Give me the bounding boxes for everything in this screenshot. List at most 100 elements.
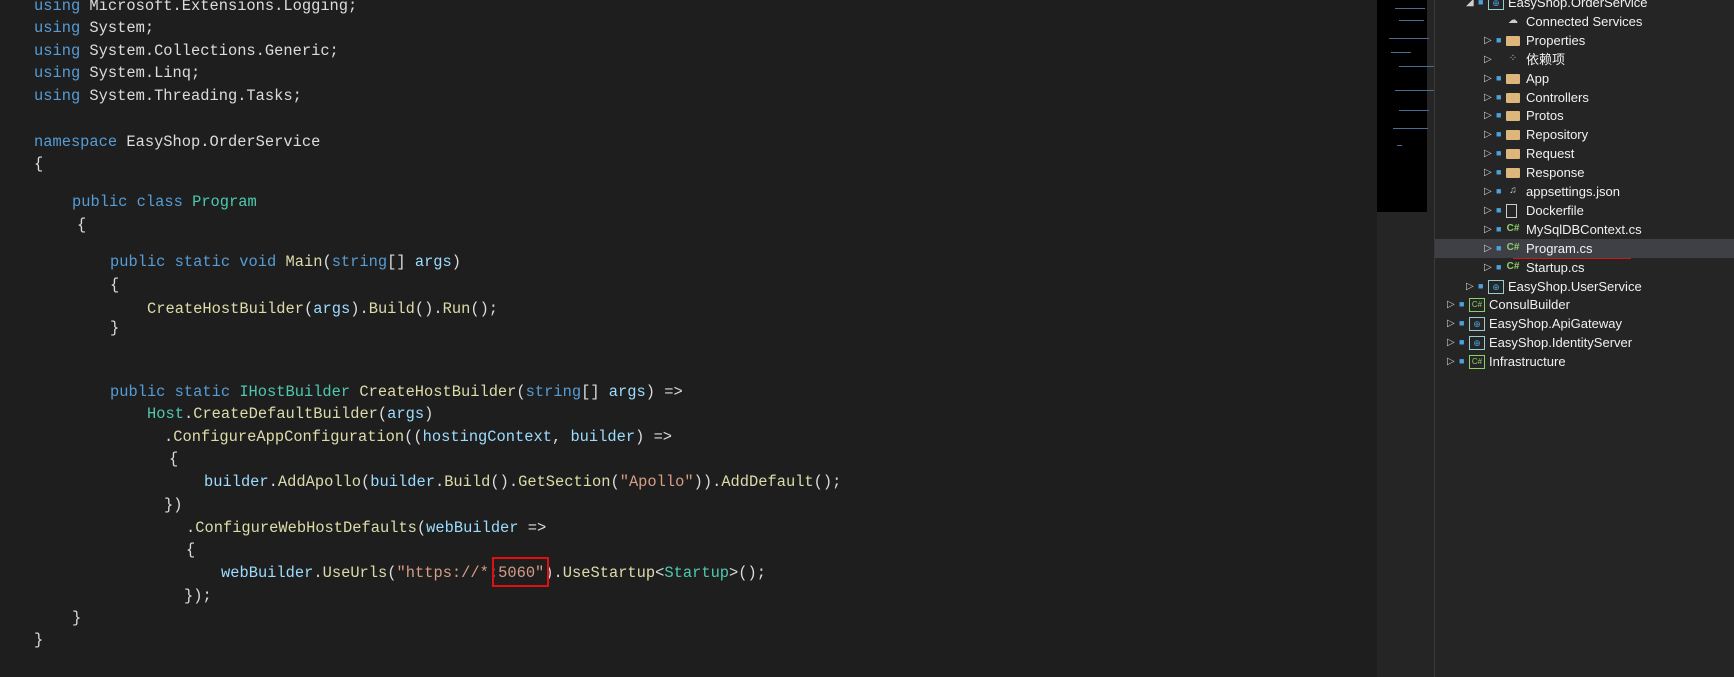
code-token: } — [110, 319, 120, 337]
expand-arrow-icon[interactable]: ▷ — [1484, 50, 1492, 69]
code-token: (). — [490, 473, 519, 491]
code-line: }) — [164, 495, 182, 515]
code-token: Build — [368, 300, 415, 318]
collapse-arrow-icon[interactable]: ◢ — [1466, 0, 1474, 12]
minimap-scrollbar[interactable] — [1377, 0, 1435, 677]
code-token: . — [186, 519, 196, 537]
tree-item[interactable]: ▷ ■ Dockerfile — [1435, 201, 1734, 220]
code-token: using — [34, 0, 90, 15]
code-token: hostingContext — [422, 428, 552, 446]
tree-item-label: Program.cs — [1526, 240, 1593, 256]
code-token: public static void — [110, 253, 286, 271]
expand-arrow-icon[interactable]: ▷ — [1447, 314, 1455, 333]
code-token: builder — [570, 428, 636, 446]
expand-arrow-icon[interactable]: ▷ — [1484, 31, 1492, 50]
tree-item[interactable]: ▷ ■ Controllers — [1435, 88, 1734, 107]
tree-item-label: Connected Services — [1526, 13, 1643, 29]
tree-item-label: MySqlDBContext.cs — [1526, 221, 1642, 237]
expand-arrow-icon[interactable]: ▷ — [1447, 295, 1455, 314]
code-token: } — [34, 631, 44, 649]
code-token: builder — [204, 473, 269, 491]
code-token: ConfigureAppConfiguration — [173, 428, 405, 446]
tree-item[interactable]: ▷ ■ C# Infrastructure — [1435, 352, 1734, 371]
tree-item-label: 依赖项 — [1526, 51, 1566, 67]
tree-item-label: Protos — [1526, 108, 1564, 124]
tree-item[interactable]: ▷ ■ Response — [1435, 163, 1734, 182]
tree-item[interactable]: ▷ ■ Repository — [1435, 125, 1734, 144]
tree-item[interactable]: ▷ ■ App — [1435, 69, 1734, 88]
tree-item[interactable]: ▷ ■ ♫ appsettings.json — [1435, 182, 1734, 201]
code-token: (( — [404, 428, 423, 446]
code-line: CreateHostBuilder(args).Build().Run(); — [147, 299, 498, 319]
tree-item[interactable]: ▷ ■ C# Program.cs — [1435, 238, 1734, 258]
tree-item[interactable]: ◢ ■ ⊕ EasyShop.OrderService — [1435, 0, 1734, 12]
source-control-lock-icon: ■ — [1496, 242, 1502, 253]
expand-arrow-icon[interactable]: ▷ — [1447, 352, 1455, 371]
tree-item[interactable]: ▷ ■ Protos — [1435, 106, 1734, 125]
tree-item[interactable]: ▷ ■ ⊕ EasyShop.IdentityServer — [1435, 333, 1734, 352]
code-token: CreateHostBuilder — [359, 383, 517, 401]
code-line: using System.Threading.Tasks; — [34, 86, 302, 106]
code-token: CreateDefaultBuilder — [193, 405, 378, 423]
code-line: { — [169, 449, 178, 469]
tree-item[interactable]: ▷ ■ Request — [1435, 144, 1734, 163]
minimap-line — [1393, 128, 1428, 129]
tree-item[interactable]: ▷ ■ Properties — [1435, 31, 1734, 50]
expand-arrow-icon[interactable]: ▷ — [1484, 125, 1492, 144]
code-token: using — [34, 64, 90, 82]
code-line: using System; — [34, 18, 154, 38]
expand-arrow-icon[interactable]: ▷ — [1484, 182, 1492, 201]
code-token: ( — [516, 383, 526, 401]
expand-arrow-icon[interactable]: ▷ — [1484, 144, 1492, 163]
code-token: { — [169, 450, 179, 468]
expand-arrow-icon[interactable]: ▷ — [1484, 258, 1492, 277]
source-control-lock-icon: ■ — [1496, 129, 1502, 140]
source-control-lock-icon: ■ — [1496, 167, 1502, 178]
code-token: System.Threading.Tasks; — [89, 87, 302, 105]
expand-arrow-icon[interactable]: ▷ — [1466, 277, 1474, 296]
code-token: UseUrls — [322, 564, 388, 582]
code-token: { — [110, 276, 120, 294]
expand-arrow-icon[interactable]: ▷ — [1484, 239, 1492, 258]
code-token: System.Collections.Generic; — [89, 42, 339, 60]
tree-item[interactable]: ▷ ■ C# MySqlDBContext.cs — [1435, 220, 1734, 239]
tree-item[interactable]: ▷ ■ ⊕ EasyShop.UserService — [1435, 277, 1734, 296]
code-editor[interactable]: using Microsoft.Extensions.Logging; using… — [0, 0, 1377, 677]
tree-item-label: EasyShop.UserService — [1508, 278, 1642, 294]
code-token: ) => — [645, 383, 683, 401]
tree-item[interactable]: ▷ ⁘ 依赖项 — [1435, 50, 1734, 69]
code-token: Main — [285, 253, 323, 271]
code-line: { — [34, 154, 43, 174]
folder-icon — [1506, 130, 1520, 141]
tree-item[interactable]: ☁ Connected Services — [1435, 12, 1734, 31]
folder-icon — [1506, 168, 1520, 179]
minimap-line — [1395, 90, 1435, 91]
expand-arrow-icon[interactable]: ▷ — [1447, 333, 1455, 352]
expand-arrow-icon[interactable]: ▷ — [1484, 220, 1492, 239]
expand-arrow-icon[interactable]: ▷ — [1484, 201, 1492, 220]
code-token: < — [655, 564, 665, 582]
file-icon — [1506, 203, 1517, 218]
tree-item[interactable]: ▷ ■ C# ConsulBuilder — [1435, 295, 1734, 314]
code-token: . — [268, 473, 278, 491]
minimap-line — [1389, 38, 1429, 39]
expand-arrow-icon[interactable]: ▷ — [1484, 163, 1492, 182]
expand-arrow-icon[interactable]: ▷ — [1484, 88, 1492, 107]
properties-folder-icon — [1506, 35, 1520, 46]
code-token: { — [186, 541, 196, 559]
expand-arrow-icon[interactable]: ▷ — [1484, 69, 1492, 88]
code-minimap[interactable] — [1377, 0, 1435, 212]
tree-item[interactable]: ▷ ■ ⊕ EasyShop.ApiGateway — [1435, 314, 1734, 333]
tree-item[interactable]: ▷ ■ C# Startup.cs — [1435, 258, 1734, 277]
code-line: using System.Linq; — [34, 63, 200, 83]
code-token: >(); — [729, 564, 766, 582]
code-token: ( — [304, 300, 314, 318]
code-token: using — [34, 19, 90, 37]
code-token: System.Linq; — [89, 64, 201, 82]
code-line: } — [72, 608, 81, 628]
tree-item-label: Properties — [1526, 32, 1586, 48]
source-control-lock-icon: ■ — [1459, 337, 1465, 348]
expand-arrow-icon[interactable]: ▷ — [1484, 106, 1492, 125]
source-control-lock-icon: ■ — [1496, 110, 1502, 121]
port-highlight-box — [492, 557, 549, 587]
